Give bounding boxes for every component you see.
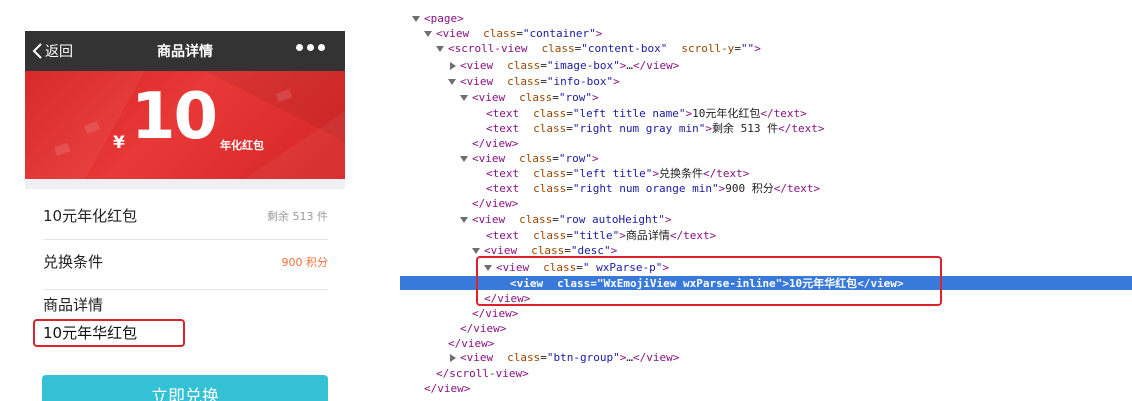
exchange-condition-label: 兑换条件 — [43, 253, 104, 271]
collapse-triangle-icon[interactable] — [460, 217, 468, 223]
tree-node-text-title[interactable]: <text class="title">商品详情</text> — [486, 228, 716, 243]
tree-node-text-condition[interactable]: <text class="left title">兑换条件</text> — [486, 166, 749, 181]
collapse-triangle-icon[interactable] — [412, 16, 420, 22]
points-required: 900 积分 — [281, 256, 329, 269]
tree-node-scroll-view[interactable]: <scroll-view class="content-box" scroll-y=… — [448, 41, 761, 56]
tree-node-close-view[interactable]: </view> — [424, 381, 470, 396]
tree-node-text-points[interactable]: <text class="right num orange min">900 积分… — [486, 181, 820, 196]
highlight-box-tree — [476, 256, 942, 306]
highlight-box-preview — [33, 319, 185, 347]
simulator-panel: 返回 商品详情 ¥ 10 年化红包 10元年化红包 剩余 513 件 兑换条件 … — [0, 0, 370, 401]
tree-node-close-view[interactable]: </view> — [460, 321, 506, 336]
collapse-triangle-icon[interactable] — [472, 248, 480, 254]
collapse-triangle-icon[interactable] — [436, 46, 444, 52]
collapse-triangle-icon[interactable] — [460, 156, 468, 162]
collapse-triangle-icon[interactable] — [448, 79, 456, 85]
tree-node-row-autoheight[interactable]: <view class="row autoHeight"> — [472, 212, 671, 227]
collapse-triangle-icon[interactable] — [460, 95, 468, 101]
tree-node-close-view[interactable]: </view> — [448, 336, 494, 351]
tree-node-close-view[interactable]: </view> — [472, 306, 518, 321]
tree-node-info-box[interactable]: <view class="info-box"> — [460, 74, 620, 89]
tree-node-text-stock[interactable]: <text class="right num gray min">剩余 513 件… — [486, 121, 824, 136]
navigation-bar: 返回 商品详情 — [25, 31, 345, 71]
expand-triangle-icon[interactable] — [450, 62, 456, 70]
description-title: 商品详情 — [43, 296, 104, 314]
banner-unit: 年化红包 — [220, 139, 264, 152]
info-row-name: 10元年化红包 剩余 513 件 — [43, 189, 328, 240]
expand-triangle-icon[interactable] — [450, 354, 456, 362]
tree-node-row[interactable]: <view class="row"> — [472, 90, 599, 105]
info-row-condition: 兑换条件 900 积分 — [43, 239, 328, 290]
more-dots-icon — [296, 44, 303, 51]
banner-amount: 10 — [131, 80, 218, 154]
info-box: 10元年化红包 剩余 513 件 兑换条件 900 积分 商品详情 10元年华红… — [25, 189, 345, 401]
tree-node-container[interactable]: <view class="container"> — [436, 26, 602, 41]
stock-remaining: 剩余 513 件 — [267, 210, 328, 223]
more-dots-icon — [318, 44, 325, 51]
tree-node-close-view[interactable]: </view> — [472, 196, 518, 211]
more-dots-icon — [307, 44, 314, 51]
redeem-button[interactable]: 立即兑换 — [42, 375, 328, 401]
tree-node-btn-group[interactable]: <view class="btn-group">…</view> — [460, 350, 679, 365]
elements-panel: <page> <view class="container"> <scroll-v… — [400, 0, 1132, 401]
tree-node-image-box[interactable]: <view class="image-box">…</view> — [460, 58, 679, 73]
product-banner: ¥ 10 年化红包 — [25, 71, 345, 179]
tree-node-page[interactable]: <page> — [424, 11, 464, 26]
collapse-triangle-icon[interactable] — [424, 31, 432, 37]
more-menu-button[interactable] — [296, 44, 325, 51]
banner-currency: ¥ — [113, 133, 125, 153]
tree-node-row[interactable]: <view class="row"> — [472, 151, 599, 166]
tree-node-text-name[interactable]: <text class="left title name">10元年化红包</te… — [486, 106, 807, 121]
product-name: 10元年化红包 — [43, 207, 138, 225]
tree-node-close-scroll-view[interactable]: </scroll-view> — [436, 366, 529, 381]
tree-node-close-view[interactable]: </view> — [472, 136, 518, 151]
